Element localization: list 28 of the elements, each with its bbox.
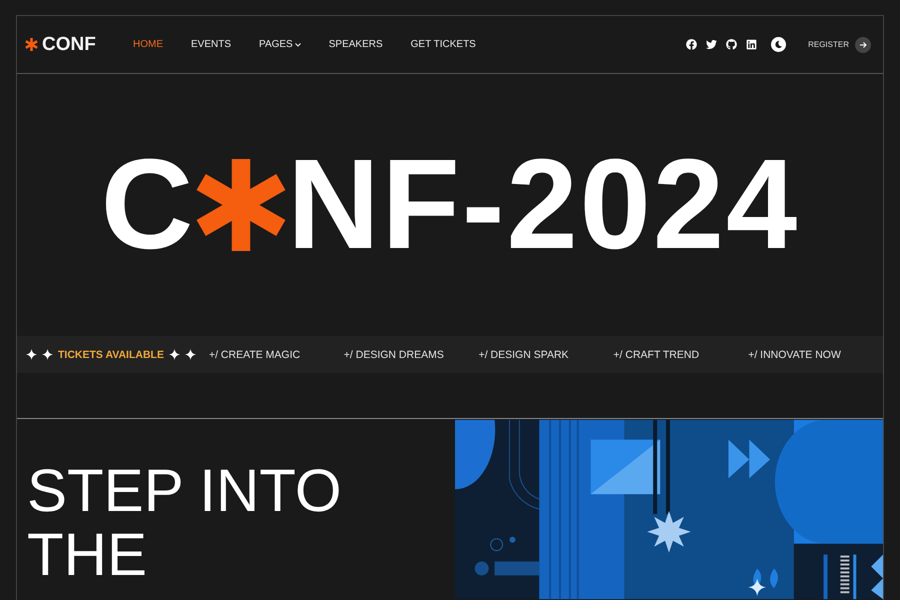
nav-link[interactable]: PAGES: [259, 39, 301, 50]
asterisk-logo-icon: [25, 38, 38, 51]
asterisk-icon: [195, 159, 288, 251]
ticker-item: +/ DESIGN SPARK: [478, 348, 570, 360]
linkedin-icon[interactable]: [746, 39, 758, 50]
nav-link[interactable]: EVENTS: [191, 39, 232, 50]
tickets-available-label: TICKETS AVAILABLE: [58, 348, 164, 360]
arrow-right-icon: [855, 36, 871, 52]
chevron-down-icon: [294, 42, 301, 46]
twitter-icon[interactable]: [706, 39, 718, 50]
facebook-icon[interactable]: [686, 39, 698, 50]
nav-link[interactable]: SPEAKERS: [328, 39, 383, 50]
nav-link[interactable]: GET TICKETS: [410, 39, 476, 50]
logo-text[interactable]: CONF: [42, 34, 96, 56]
ticker-item: +/ DESIGN DREAMS: [344, 348, 445, 360]
sparkle-icon: [184, 349, 196, 360]
sparkle-icon: [168, 349, 180, 360]
github-icon[interactable]: [726, 39, 738, 50]
ticker-item: +/ CREATE MAGIC: [208, 348, 302, 360]
sparkle-icon: [42, 349, 53, 360]
hero-title: C NF-2024: [100, 141, 800, 269]
section-heading: STEP INTO THE: [27, 459, 343, 587]
register-link[interactable]: REGISTER: [808, 36, 871, 52]
ticker-item: +/ CRAFT TREND: [613, 348, 700, 360]
nav-link[interactable]: HOME: [133, 39, 163, 50]
ticker-item: +/ INNOVATE NOW: [748, 348, 842, 360]
moon-toggle-icon[interactable]: [771, 37, 786, 52]
sparkle-icon: [26, 349, 37, 360]
